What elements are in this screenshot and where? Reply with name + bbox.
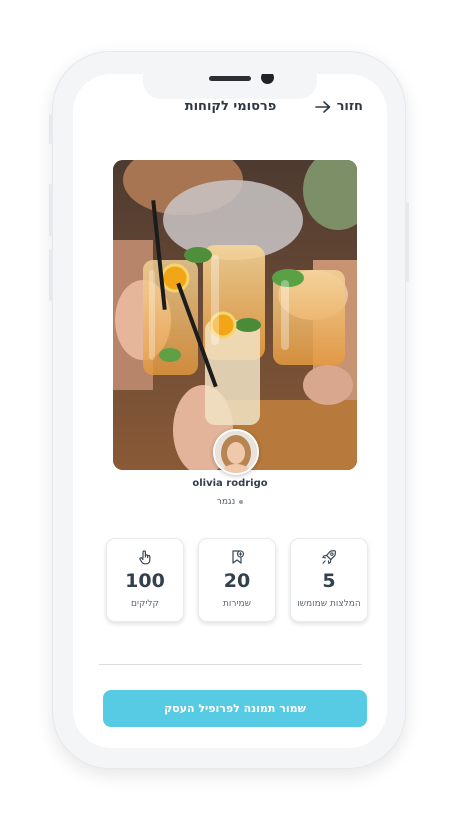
page-header: פרסומי לקוחות חזור [73,99,387,119]
phone-side-button [49,184,53,236]
back-button[interactable]: חזור [314,99,363,114]
rocket-icon [322,550,336,564]
phone-side-button [49,249,53,301]
saves-label: שמירות [223,599,251,609]
stat-card-recommendations: 5 המלצות שמומשו [290,538,368,622]
phone-side-button [49,114,53,144]
back-label: חזור [336,99,363,114]
saves-value: 20 [223,570,251,592]
recommendations-value: 5 [322,570,336,592]
recommendations-label: המלצות שמומשו [297,599,361,609]
user-photo [215,431,257,473]
phone-notch [143,74,317,99]
phone-screen: פרסומי לקוחות חזור olivia rodrigo נגמר 1… [73,74,387,748]
tap-hand-icon [139,550,151,565]
front-camera [261,74,274,84]
arrow-right-icon [314,100,330,113]
post-photo [113,160,357,470]
stat-card-saves: 20 שמירות [198,538,276,622]
speaker-grille [209,76,251,81]
phone-frame: פרסומי לקוחות חזור olivia rodrigo נגמר 1… [49,51,409,769]
clicks-label: קליקים [131,599,159,609]
status-dot [239,499,244,504]
save-to-profile-button[interactable]: שמור תמונה לפרופיל העסק [103,690,367,727]
post-status: נגמר [73,497,387,507]
stats-row: 100 קליקים 20 שמירות 5 המלצות שמומשו [106,538,368,624]
user-name: olivia rodrigo [192,478,268,489]
divider [99,664,362,665]
drinks-photo [113,160,357,470]
avatar[interactable] [213,429,259,475]
stat-card-clicks: 100 קליקים [106,538,184,622]
status-text: נגמר [216,497,236,507]
bookmark-add-icon [232,550,245,564]
phone-side-button [405,202,409,282]
clicks-value: 100 [125,570,165,592]
